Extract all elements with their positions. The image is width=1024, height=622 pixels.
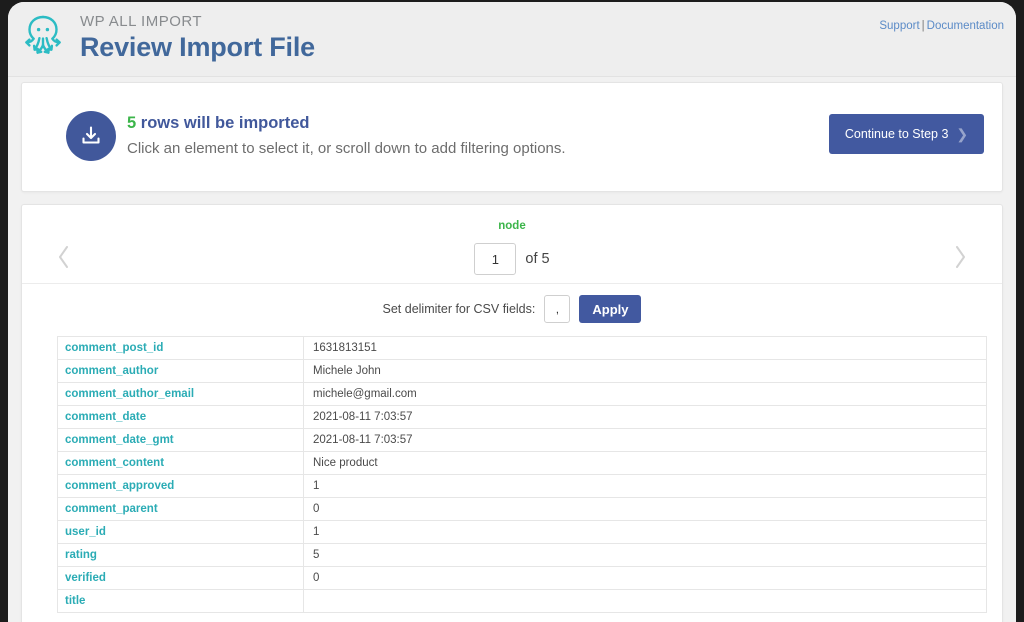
record-fields-body: comment_post_id 1631813151 comment_author M…	[57, 336, 987, 613]
field-value-cell[interactable]: 1	[303, 520, 987, 544]
import-summary-card: 5 rows will be imported Click an element…	[21, 82, 1003, 192]
brand-text: WP ALL IMPORT Review Import File	[80, 13, 315, 63]
field-name-cell[interactable]: comment_post_id	[57, 336, 304, 360]
support-link[interactable]: Support	[879, 20, 919, 32]
documentation-link[interactable]: Documentation	[927, 20, 1004, 32]
table-row: comment_parent 0	[57, 497, 987, 521]
field-value-cell[interactable]: Nice product	[303, 451, 987, 475]
chevron-right-icon[interactable]	[940, 235, 980, 279]
table-row: comment_author Michele John	[57, 359, 987, 383]
import-summary-text: 5 rows will be imported Click an element…	[127, 112, 566, 160]
page-number-input[interactable]	[474, 243, 517, 275]
table-row: verified 0	[57, 566, 987, 590]
field-value-cell[interactable]: 2021-08-11 7:03:57	[303, 428, 987, 452]
field-name-cell[interactable]: comment_parent	[57, 497, 304, 521]
field-name-cell[interactable]: rating	[57, 543, 304, 567]
field-value-cell[interactable]: 2021-08-11 7:03:57	[303, 405, 987, 429]
page-header: WP ALL IMPORT Review Import File Support…	[8, 2, 1016, 77]
app-window: WP ALL IMPORT Review Import File Support…	[8, 2, 1016, 622]
table-row: comment_content Nice product	[57, 451, 987, 475]
field-value-cell[interactable]: michele@gmail.com	[303, 382, 987, 406]
continue-to-step-3-button[interactable]: Continue to Step 3 ❯	[829, 114, 984, 154]
field-name-cell[interactable]: comment_author	[57, 359, 304, 383]
field-value-cell[interactable]	[303, 589, 987, 613]
delimiter-label: Set delimiter for CSV fields:	[382, 302, 536, 316]
header-links: Support | Documentation	[879, 20, 1004, 32]
chevron-right-icon: ❯	[956, 126, 969, 142]
page-title: Review Import File	[80, 32, 315, 62]
field-name-cell[interactable]: comment_date	[57, 405, 304, 429]
table-row: comment_approved 1	[57, 474, 987, 498]
delimiter-input[interactable]	[544, 295, 571, 323]
table-row: user_id 1	[57, 520, 987, 544]
record-pager: node of 5	[22, 205, 1002, 284]
table-row: comment_author_email michele@gmail.com	[57, 382, 987, 406]
field-name-cell[interactable]: title	[57, 589, 304, 613]
field-value-cell[interactable]: 1631813151	[303, 336, 987, 360]
table-row: comment_date 2021-08-11 7:03:57	[57, 405, 987, 429]
field-name-cell[interactable]: comment_date_gmt	[57, 428, 304, 452]
octopus-logo-icon	[16, 10, 70, 66]
brand-subtitle: WP ALL IMPORT	[80, 13, 203, 30]
record-fields-table: comment_post_id 1631813151 comment_author M…	[57, 336, 987, 613]
field-value-cell[interactable]: 0	[303, 566, 987, 590]
table-row: comment_date_gmt 2021-08-11 7:03:57	[57, 428, 987, 452]
continue-button-label: Continue to Step 3	[844, 127, 949, 141]
page-total-label: of 5	[525, 251, 550, 267]
field-name-cell[interactable]: comment_author_email	[57, 382, 304, 406]
field-name-cell[interactable]: user_id	[57, 520, 304, 544]
apply-button[interactable]: Apply	[579, 295, 642, 323]
link-separator: |	[921, 20, 925, 32]
table-row: rating 5	[57, 543, 987, 567]
delimiter-controls: Set delimiter for CSV fields: Apply	[22, 295, 1002, 323]
field-name-cell[interactable]: comment_content	[57, 451, 304, 475]
field-value-cell[interactable]: 1	[303, 474, 987, 498]
rows-count: 5	[127, 114, 137, 132]
rows-headline: 5 rows will be imported	[127, 112, 566, 134]
table-row: title	[57, 589, 987, 613]
download-icon	[66, 111, 116, 161]
import-summary-subtext: Click an element to select it, or scroll…	[127, 140, 566, 157]
pager-controls: of 5	[22, 243, 1002, 275]
field-name-cell[interactable]: verified	[57, 566, 304, 590]
field-value-cell[interactable]: 5	[303, 543, 987, 567]
field-value-cell[interactable]: Michele John	[303, 359, 987, 383]
table-row: comment_post_id 1631813151	[57, 336, 987, 360]
brand: WP ALL IMPORT Review Import File	[16, 10, 315, 66]
rows-headline-rest: rows will be imported	[136, 114, 310, 132]
field-name-cell[interactable]: comment_approved	[57, 474, 304, 498]
preview-card: node of 5 Set delimiter for CSV fields: …	[21, 204, 1003, 622]
field-value-cell[interactable]: 0	[303, 497, 987, 521]
node-label: node	[498, 220, 526, 232]
